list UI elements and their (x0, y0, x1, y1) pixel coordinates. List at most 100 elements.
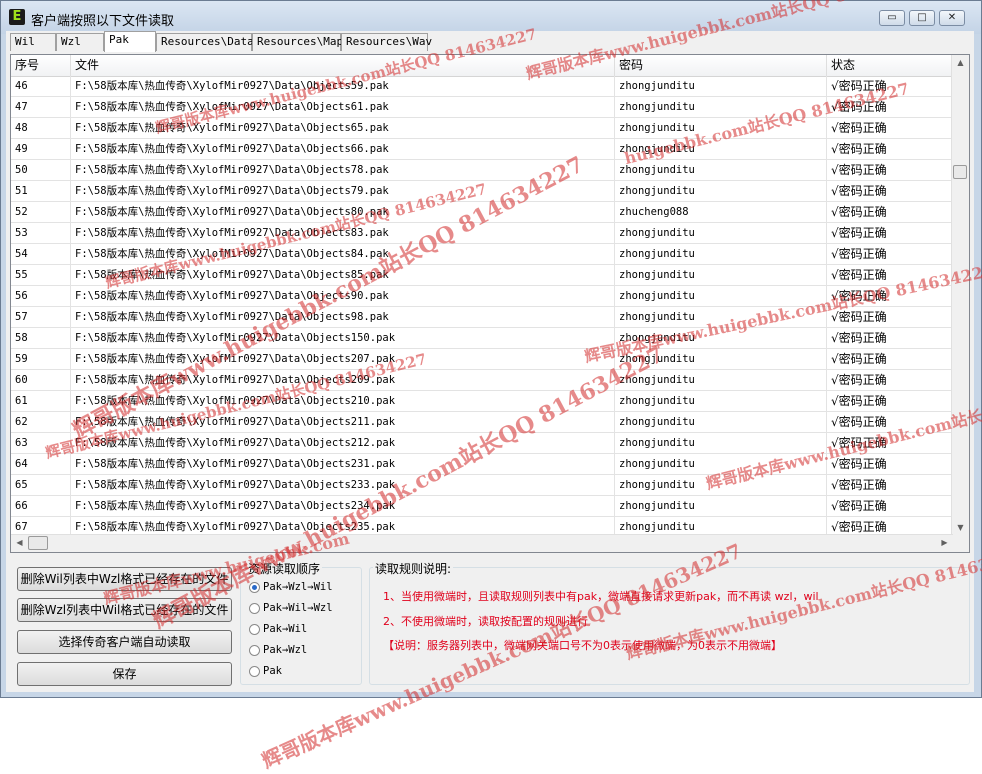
row-password: zhongjunditu (615, 307, 827, 328)
radio-icon[interactable] (249, 623, 260, 635)
save-button[interactable]: 保存 (17, 662, 232, 686)
row-password: zhongjunditu (615, 118, 827, 139)
table-row[interactable]: 64 F:\58版本库\热血传奇\XylofMir0927\Data\Object… (11, 454, 953, 475)
scroll-right-icon[interactable]: ▶ (936, 538, 953, 547)
row-file-path: F:\58版本库\热血传奇\XylofMir0927\Data\Objects5… (71, 76, 615, 97)
table-row[interactable]: 56 F:\58版本库\热血传奇\XylofMir0927\Data\Object… (11, 286, 953, 307)
table-row[interactable]: 49 F:\58版本库\热血传奇\XylofMir0927\Data\Object… (11, 139, 953, 160)
column-header-password[interactable]: 密码 (615, 55, 827, 76)
tab-resources-map[interactable]: Resources\Map (252, 33, 343, 51)
row-status: √密码正确 (827, 391, 953, 412)
order-option-3[interactable]: Pak→Wil (249, 620, 307, 638)
radio-selected-icon[interactable] (249, 581, 260, 593)
vertical-scrollbar[interactable]: ▲ ▼ (951, 55, 969, 535)
row-password: zhongjunditu (615, 391, 827, 412)
row-status: √密码正确 (827, 265, 953, 286)
row-password: zhongjunditu (615, 496, 827, 517)
row-status: √密码正确 (827, 307, 953, 328)
radio-icon[interactable] (249, 665, 260, 677)
row-password: zhongjunditu (615, 370, 827, 391)
scroll-up-icon[interactable]: ▲ (952, 58, 969, 67)
row-password: zhongjunditu (615, 223, 827, 244)
scroll-left-icon[interactable]: ◀ (11, 538, 28, 547)
row-file-path: F:\58版本库\热血传奇\XylofMir0927\Data\Objects2… (71, 412, 615, 433)
row-number: 65 (11, 475, 71, 496)
row-password: zhongjunditu (615, 412, 827, 433)
tab-resources-data[interactable]: Resources\Data (156, 33, 254, 51)
row-file-path: F:\58版本库\热血传奇\XylofMir0927\Data\Objects2… (71, 454, 615, 475)
table-row[interactable]: 59 F:\58版本库\热血传奇\XylofMir0927\Data\Object… (11, 349, 953, 370)
close-button[interactable]: ✕ (939, 10, 965, 26)
table-row[interactable]: 61 F:\58版本库\热血传奇\XylofMir0927\Data\Object… (11, 391, 953, 412)
table-row[interactable]: 52 F:\58版本库\热血传奇\XylofMir0927\Data\Object… (11, 202, 953, 223)
table-row[interactable]: 51 F:\58版本库\热血传奇\XylofMir0927\Data\Object… (11, 181, 953, 202)
horizontal-scrollbar[interactable]: ◀ ▶ (11, 534, 953, 552)
column-header-file[interactable]: 文件 (71, 55, 615, 76)
column-header-status[interactable]: 状态 (827, 55, 953, 76)
table-row[interactable]: 66 F:\58版本库\热血传奇\XylofMir0927\Data\Object… (11, 496, 953, 517)
table-row[interactable]: 48 F:\58版本库\热血传奇\XylofMir0927\Data\Object… (11, 118, 953, 139)
tab-pak[interactable]: Pak (104, 31, 156, 52)
order-option-5[interactable]: Pak (249, 662, 282, 680)
row-status: √密码正确 (827, 139, 953, 160)
table-row[interactable]: 55 F:\58版本库\热血传奇\XylofMir0927\Data\Object… (11, 265, 953, 286)
maximize-button[interactable]: □ (909, 10, 935, 26)
pak-file-list[interactable]: 序号 文件 密码 状态 46 F:\58版本库\热血传奇\XylofMir0927… (10, 54, 970, 553)
table-row[interactable]: 46 F:\58版本库\热血传奇\XylofMir0927\Data\Object… (11, 76, 953, 97)
row-number: 52 (11, 202, 71, 223)
row-file-path: F:\58版本库\热血传奇\XylofMir0927\Data\Objects2… (71, 349, 615, 370)
row-file-path: F:\58版本库\热血传奇\XylofMir0927\Data\Objects9… (71, 307, 615, 328)
row-status: √密码正确 (827, 160, 953, 181)
row-file-path: F:\58版本库\热血传奇\XylofMir0927\Data\Objects2… (71, 370, 615, 391)
title-bar: E 客户端按照以下文件读取 ▭ □ ✕ (1, 1, 981, 34)
row-number: 53 (11, 223, 71, 244)
tab-wzl[interactable]: Wzl (56, 33, 104, 51)
delete-wil-duplicates-button[interactable]: 删除Wil列表中Wzl格式已经存在的文件 (17, 567, 232, 591)
delete-wzl-duplicates-button[interactable]: 删除Wzl列表中Wil格式已经存在的文件 (17, 598, 232, 622)
app-icon: E (9, 9, 25, 25)
radio-icon[interactable] (249, 644, 260, 656)
table-row[interactable]: 57 F:\58版本库\热血传奇\XylofMir0927\Data\Object… (11, 307, 953, 328)
maximize-icon: □ (917, 12, 927, 23)
radio-icon[interactable] (249, 602, 260, 614)
table-row[interactable]: 47 F:\58版本库\热血传奇\XylofMir0927\Data\Object… (11, 97, 953, 118)
rule-note: 【说明：服务器列表中，微端网关端口号不为0表示使用微端，为0表示不用微端】 (383, 639, 782, 652)
tab-resources-wav[interactable]: Resources\Wav (341, 33, 432, 51)
row-password: zhucheng088 (615, 202, 827, 223)
row-number: 56 (11, 286, 71, 307)
row-status: √密码正确 (827, 118, 953, 139)
row-file-path: F:\58版本库\热血传奇\XylofMir0927\Data\Objects6… (71, 118, 615, 139)
order-option-2[interactable]: Pak→Wil→Wzl (249, 599, 333, 617)
column-header-no[interactable]: 序号 (11, 55, 71, 76)
table-row[interactable]: 60 F:\58版本库\热血传奇\XylofMir0927\Data\Object… (11, 370, 953, 391)
table-row[interactable]: 63 F:\58版本库\热血传奇\XylofMir0927\Data\Object… (11, 433, 953, 454)
row-status: √密码正确 (827, 286, 953, 307)
scroll-down-icon[interactable]: ▼ (952, 523, 969, 532)
auto-read-client-button[interactable]: 选择传奇客户端自动读取 (17, 630, 232, 654)
order-option-1[interactable]: Pak→Wzl→Wil (249, 578, 333, 596)
vertical-scroll-thumb[interactable] (953, 165, 967, 179)
horizontal-scroll-thumb[interactable] (28, 536, 48, 550)
read-rules-title: 读取规则说明: (373, 560, 454, 577)
close-icon: ✕ (947, 12, 957, 23)
row-number: 50 (11, 160, 71, 181)
row-password: zhongjunditu (615, 328, 827, 349)
table-row[interactable]: 65 F:\58版本库\热血传奇\XylofMir0927\Data\Object… (11, 475, 953, 496)
table-row[interactable]: 50 F:\58版本库\热血传奇\XylofMir0927\Data\Object… (11, 160, 953, 181)
row-password: zhongjunditu (615, 349, 827, 370)
row-number: 57 (11, 307, 71, 328)
minimize-button[interactable]: ▭ (879, 10, 905, 26)
row-status: √密码正确 (827, 475, 953, 496)
tab-wil[interactable]: Wil (10, 33, 56, 51)
table-row[interactable]: 62 F:\58版本库\热血传奇\XylofMir0927\Data\Object… (11, 412, 953, 433)
row-file-path: F:\58版本库\热血传奇\XylofMir0927\Data\Objects2… (71, 475, 615, 496)
order-option-4[interactable]: Pak→Wzl (249, 641, 307, 659)
row-number: 59 (11, 349, 71, 370)
table-row[interactable]: 54 F:\58版本库\热血传奇\XylofMir0927\Data\Object… (11, 244, 953, 265)
row-file-path: F:\58版本库\热血传奇\XylofMir0927\Data\Objects8… (71, 244, 615, 265)
row-status: √密码正确 (827, 328, 953, 349)
table-row[interactable]: 58 F:\58版本库\热血传奇\XylofMir0927\Data\Object… (11, 328, 953, 349)
table-row[interactable]: 53 F:\58版本库\热血传奇\XylofMir0927\Data\Object… (11, 223, 953, 244)
row-password: zhongjunditu (615, 475, 827, 496)
row-password: zhongjunditu (615, 181, 827, 202)
